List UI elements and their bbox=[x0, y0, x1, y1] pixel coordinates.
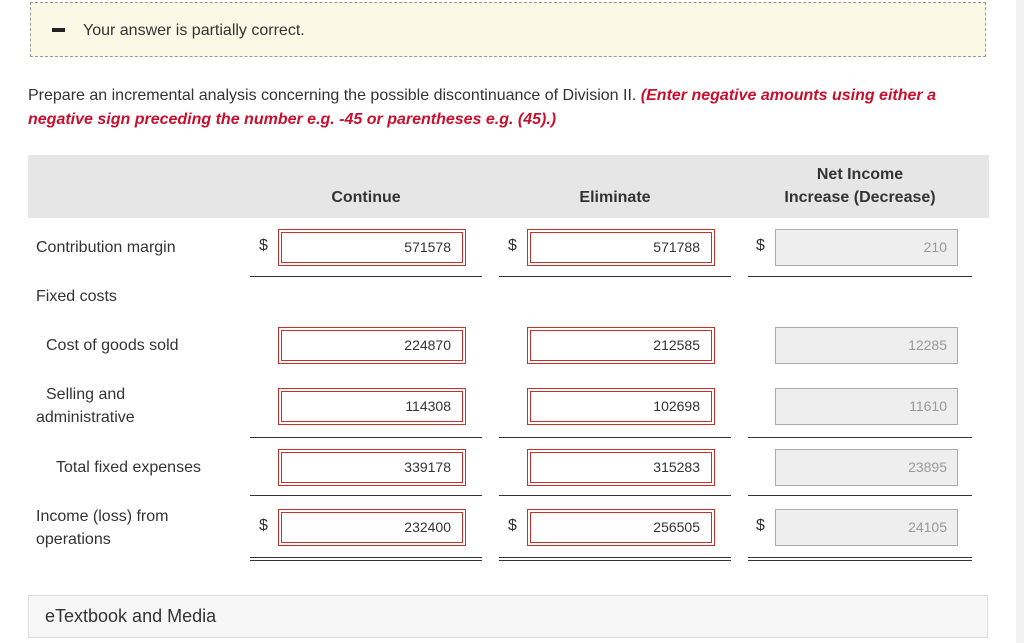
double-underline bbox=[748, 557, 972, 558]
scrollbar[interactable] bbox=[1016, 0, 1024, 643]
underline bbox=[748, 495, 972, 496]
double-underline bbox=[499, 560, 731, 561]
selling-admin-continue-input[interactable]: 114308 bbox=[278, 388, 466, 425]
feedback-message: Your answer is partially correct. bbox=[83, 22, 305, 39]
currency-symbol: $ bbox=[508, 237, 517, 254]
double-underline bbox=[748, 560, 972, 561]
selling-admin-eliminate-input[interactable]: 102698 bbox=[527, 388, 715, 425]
total-fixed-eliminate-input[interactable]: 315283 bbox=[527, 449, 715, 486]
instruction-text: Prepare an incremental analysis concerni… bbox=[28, 87, 637, 104]
column-header-net-income: Net Income bbox=[816, 166, 904, 183]
row-label-cost-of-goods-sold: Cost of goods sold bbox=[46, 337, 179, 354]
currency-symbol: $ bbox=[508, 517, 517, 534]
contribution-margin-continue-input[interactable]: 571578 bbox=[278, 229, 466, 266]
income-net-field: 24105 bbox=[775, 509, 958, 546]
double-underline bbox=[250, 557, 482, 558]
underline bbox=[499, 276, 731, 277]
table-header: Continue Eliminate Net Income Increase (… bbox=[28, 155, 989, 218]
underline bbox=[499, 495, 731, 496]
double-underline bbox=[499, 557, 731, 558]
column-header-eliminate: Eliminate bbox=[579, 189, 651, 206]
currency-symbol: $ bbox=[756, 517, 765, 534]
row-label-selling-admin: Selling and bbox=[46, 386, 126, 403]
contribution-margin-eliminate-input[interactable]: 571788 bbox=[527, 229, 715, 266]
etextbook-label: eTextbook and Media bbox=[45, 606, 217, 626]
contribution-margin-net-field: 210 bbox=[775, 229, 958, 266]
cogs-continue-input[interactable]: 224870 bbox=[278, 327, 466, 364]
row-label-income-loss: Income (loss) from bbox=[36, 508, 169, 525]
row-label-income-loss-line2: operations bbox=[36, 531, 111, 548]
underline bbox=[250, 495, 482, 496]
cogs-net-field: 12285 bbox=[775, 327, 958, 364]
row-label-selling-admin-line2: administrative bbox=[36, 409, 135, 426]
column-header-net-income-sub: Increase (Decrease) bbox=[784, 189, 936, 206]
underline bbox=[748, 437, 972, 438]
feedback-banner: Your answer is partially correct. bbox=[30, 2, 986, 57]
income-eliminate-input[interactable]: 256505 bbox=[527, 509, 715, 546]
partial-correct-icon bbox=[52, 28, 65, 32]
row-label-total-fixed-expenses: Total fixed expenses bbox=[56, 459, 201, 476]
etextbook-media-link[interactable]: eTextbook and Media bbox=[28, 595, 988, 638]
row-label-fixed-costs: Fixed costs bbox=[36, 288, 117, 305]
column-header-continue: Continue bbox=[331, 189, 401, 206]
currency-symbol: $ bbox=[259, 517, 268, 534]
underline bbox=[748, 276, 972, 277]
question-instructions: Prepare an incremental analysis concerni… bbox=[28, 84, 988, 132]
row-label-contribution-margin: Contribution margin bbox=[36, 239, 176, 256]
currency-symbol: $ bbox=[756, 237, 765, 254]
double-underline bbox=[250, 560, 482, 561]
income-continue-input[interactable]: 232400 bbox=[278, 509, 466, 546]
underline bbox=[499, 437, 731, 438]
total-fixed-net-field: 23895 bbox=[775, 449, 958, 486]
currency-symbol: $ bbox=[259, 237, 268, 254]
selling-admin-net-field: 11610 bbox=[775, 388, 958, 425]
underline bbox=[250, 276, 482, 277]
underline bbox=[250, 437, 482, 438]
cogs-eliminate-input[interactable]: 212585 bbox=[527, 327, 715, 364]
total-fixed-continue-input[interactable]: 339178 bbox=[278, 449, 466, 486]
